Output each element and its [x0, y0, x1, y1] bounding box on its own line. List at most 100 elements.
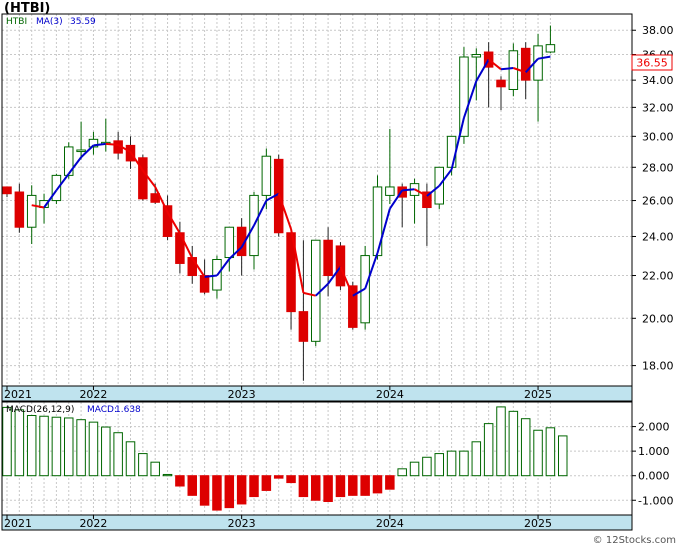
candle-up: [446, 135, 457, 168]
candle-down: [187, 257, 197, 277]
last-price-tag: 36.55: [631, 54, 673, 71]
candle-down: [335, 245, 346, 287]
macd-y-tick-label: -1.000: [638, 494, 673, 507]
price-x-tick-label: 2023: [228, 388, 256, 401]
candle-down: [496, 79, 506, 88]
candle-down: [2, 186, 12, 195]
chart-root: 18.00 20.00 22.00 24.00 26.00 28.00 30.00 32.00…: [0, 0, 680, 546]
macd-bar-positive: [51, 416, 62, 477]
watermark: © 12Stocks.com: [593, 535, 676, 546]
ma-segment: [204, 274, 218, 278]
candle-down: [199, 275, 210, 293]
macd-bar-positive: [101, 426, 111, 477]
macd-bar-positive: [150, 461, 160, 477]
macd-bar-positive: [138, 453, 148, 477]
legend-series-label: HTBI: [6, 17, 27, 27]
macd-bar-positive: [397, 468, 407, 477]
macd-bar-positive: [14, 409, 25, 477]
last-price-value: 36.55: [636, 57, 668, 70]
price-y-tick-label: 38.00: [642, 24, 674, 37]
macd-y-tick-label: 1.000: [638, 445, 670, 458]
price-y-tick-label: 28.00: [642, 161, 674, 174]
macd-bar-positive: [64, 417, 74, 477]
price-y-tick-label: 20.00: [642, 312, 674, 325]
macd-bar-positive: [533, 429, 543, 477]
candle-down: [348, 285, 358, 328]
candle-down: [138, 157, 148, 200]
macd-bar-positive: [422, 456, 432, 477]
macd-bar-positive: [471, 441, 482, 477]
legend-ma-label: MA(3): [36, 17, 63, 27]
macd-x-tick-label: 2021: [4, 517, 32, 530]
macd-bar-negative: [249, 475, 259, 498]
ma-segment: [105, 142, 119, 146]
macd-bar-negative: [236, 475, 247, 505]
price-x-tick-label: 2022: [79, 388, 107, 401]
ma-segment: [500, 67, 514, 71]
candle-down: [520, 47, 531, 81]
macd-bar-positive: [2, 406, 12, 477]
candle-up: [471, 54, 482, 58]
macd-bar-negative: [212, 475, 222, 511]
macd-bar-positive: [39, 415, 49, 477]
macd-indicator-label: MACD(26,12,9): [6, 405, 74, 415]
candle-up: [311, 239, 321, 342]
macd-bar-negative: [372, 475, 383, 494]
macd-x-tick-label: 2024: [376, 517, 404, 530]
macd-bar-negative: [298, 475, 309, 498]
macd-bar-negative: [187, 475, 197, 496]
macd-bar-negative: [335, 475, 346, 498]
macd-bar-negative: [323, 475, 333, 502]
price-y-tick-label: 32.00: [642, 101, 674, 114]
macd-y-tick-label: 0.000: [638, 470, 670, 483]
macd-bar-negative: [385, 475, 395, 490]
macd-bar-negative: [311, 475, 321, 501]
macd-x-tick-label: 2022: [79, 517, 107, 530]
price-x-tick-label: 2024: [376, 388, 404, 401]
price-y-tick-label: 34.00: [642, 74, 674, 87]
macd-bar-negative: [348, 475, 358, 496]
price-y-tick-label: 26.00: [642, 195, 674, 208]
candle-up: [385, 186, 395, 196]
macd-bar-negative: [224, 475, 235, 509]
macd-bar-positive: [162, 473, 173, 477]
macd-bar-positive: [459, 450, 469, 477]
macd-bar-negative: [273, 475, 284, 479]
macd-bar-positive: [483, 423, 494, 477]
candle-up: [545, 44, 556, 53]
macd-bar-positive: [496, 406, 506, 477]
macd-bar-positive: [508, 410, 519, 477]
candle-down: [14, 191, 25, 228]
macd-value-label: MACD:: [87, 405, 117, 415]
macd-bar-negative: [199, 475, 210, 506]
price-y-tick-label: 24.00: [642, 230, 674, 243]
candle-up: [459, 56, 469, 137]
candle-up: [76, 149, 86, 153]
macd-bar-positive: [26, 415, 37, 477]
price-y-tick-label: 18.00: [642, 360, 674, 373]
macd-x-tick-label: 2023: [228, 517, 256, 530]
price-legend: HTBI MA(3) 35.59: [6, 17, 96, 27]
macd-bar-positive: [558, 435, 568, 477]
macd-y-tick-label: 2.000: [638, 421, 670, 434]
ma-segment: [402, 188, 415, 192]
macd-bar-positive: [434, 453, 444, 477]
candle-up: [261, 155, 272, 196]
macd-bar-negative: [175, 475, 185, 487]
macd-bar-positive: [76, 419, 86, 477]
macd-legend: MACD(26,12,9) MACD: 1.638: [6, 405, 141, 415]
macd-bar-positive: [545, 427, 556, 477]
macd-x-tick-label: 2025: [524, 517, 552, 530]
candle-down: [298, 311, 309, 342]
ma-segment: [475, 59, 490, 82]
macd-bar-positive: [88, 421, 99, 477]
macd-bar-positive: [113, 432, 123, 477]
stock-chart: 18.00 20.00 22.00 24.00 26.00 28.00 30.00 32.00…: [1, 1, 676, 546]
price-y-tick-label: 22.00: [642, 270, 674, 283]
chart-title: (HTBI): [4, 1, 50, 16]
price-y-tick-label: 30.00: [642, 130, 674, 143]
candle-up: [224, 226, 235, 259]
legend-ma-value: 35.59: [70, 17, 96, 27]
macd-value: 1.638: [115, 405, 141, 415]
macd-bar-positive: [520, 418, 531, 477]
